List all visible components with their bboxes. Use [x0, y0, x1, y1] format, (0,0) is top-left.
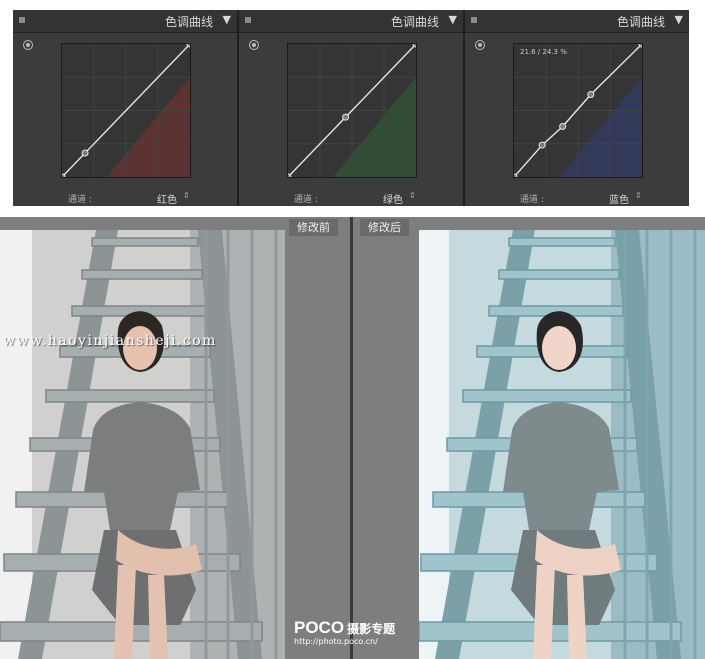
logo-url: http://photo.poco.cn/ — [294, 637, 378, 646]
tone-curve-panels: 色调曲线 ▼ 通道 : 红色 ⇕ 色调曲线 ▼ 通道 : 绿色 ⇕ 色调曲线 ▼ — [13, 10, 689, 206]
panel-title: 色调曲线 — [164, 15, 213, 29]
channel-select[interactable]: 绿色 — [383, 191, 403, 206]
after-label: 修改后 — [360, 219, 409, 236]
curve-control-point[interactable] — [587, 91, 595, 99]
panel-header[interactable]: 色调曲线 ▼ — [465, 10, 689, 33]
panel-grip-icon — [471, 17, 477, 23]
panel-header[interactable]: 色调曲线 ▼ — [239, 10, 463, 33]
collapse-triangle-icon[interactable]: ▼ — [449, 13, 457, 26]
collapse-triangle-icon[interactable]: ▼ — [223, 13, 231, 26]
panel-title: 色调曲线 — [616, 15, 665, 29]
target-adjustment-icon[interactable] — [249, 40, 259, 50]
channel-select[interactable]: 红色 — [157, 191, 177, 206]
logo-main: POCO — [294, 618, 345, 637]
tone-curve-panel-red: 色调曲线 ▼ 通道 : 红色 ⇕ — [13, 10, 239, 206]
poco-logo: POCO 摄影专题 http://photo.poco.cn/ — [294, 618, 395, 646]
channel-updown-icon[interactable]: ⇕ — [635, 191, 642, 200]
compare-divider[interactable] — [350, 217, 353, 659]
curve-graph[interactable]: 21.6 / 24.3 % — [513, 43, 643, 178]
panel-grip-icon — [245, 17, 251, 23]
curve-control-point[interactable] — [538, 141, 546, 149]
tone-curve-panel-green: 色调曲线 ▼ 通道 : 绿色 ⇕ — [239, 10, 465, 206]
before-label: 修改前 — [289, 219, 338, 236]
logo-sub: 摄影专题 — [347, 622, 396, 636]
site-watermark: www.haoyinjiansheji.com — [3, 333, 217, 349]
curve-control-point[interactable] — [81, 149, 89, 157]
curve-readout: 21.6 / 24.3 % — [520, 48, 567, 56]
photo-before: www.haoyinjiansheji.com — [0, 230, 285, 659]
panel-header[interactable]: 色调曲线 ▼ — [13, 10, 237, 33]
channel-updown-icon[interactable]: ⇕ — [409, 191, 416, 200]
target-adjustment-icon[interactable] — [23, 40, 33, 50]
panel-title: 色调曲线 — [390, 15, 439, 29]
collapse-triangle-icon[interactable]: ▼ — [675, 13, 683, 26]
curve-graph[interactable] — [61, 43, 191, 178]
curve-control-point[interactable] — [342, 113, 350, 121]
target-adjustment-icon[interactable] — [475, 40, 485, 50]
photo-after — [419, 230, 705, 659]
curve-control-point[interactable] — [559, 122, 567, 130]
channel-label: 通道 : — [294, 195, 318, 205]
channel-select[interactable]: 蓝色 — [609, 191, 629, 206]
panel-grip-icon — [19, 17, 25, 23]
channel-updown-icon[interactable]: ⇕ — [183, 191, 190, 200]
before-after-comparison: 修改前 修改后 www.haoyinjiansheji.com POCO 摄影专… — [0, 217, 705, 659]
curve-graph[interactable] — [287, 43, 417, 178]
channel-label: 通道 : — [68, 195, 92, 205]
tone-curve-panel-blue: 色调曲线 ▼ 21.6 / 24.3 % 通道 : 蓝色 ⇕ — [465, 10, 689, 206]
channel-label: 通道 : — [520, 195, 544, 205]
